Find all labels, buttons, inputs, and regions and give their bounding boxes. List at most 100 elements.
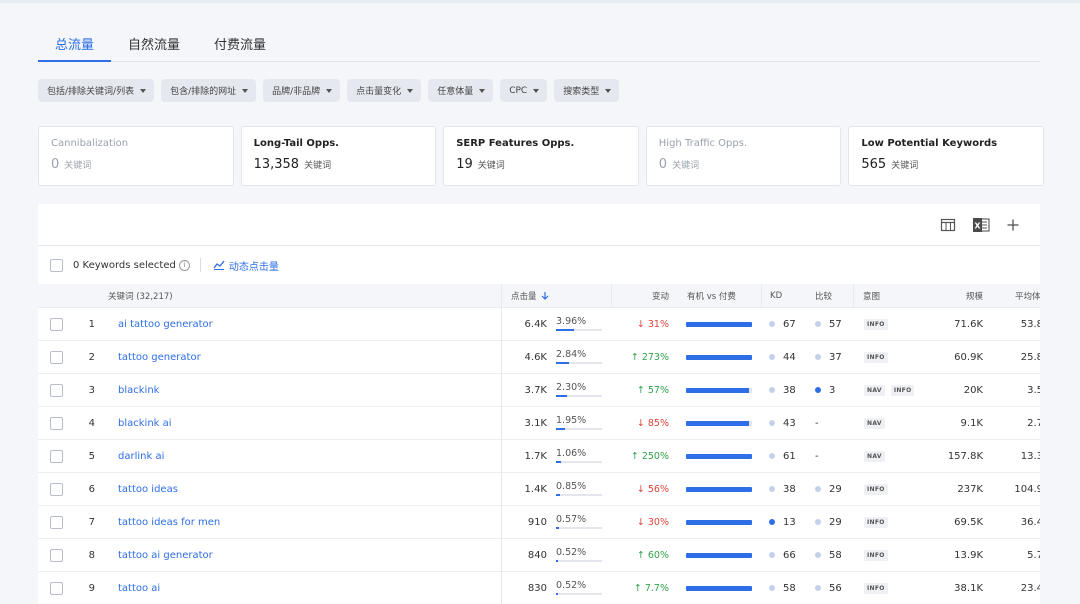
header-intent[interactable]: 意图 (853, 284, 923, 307)
arrow-up-icon: ↑ (630, 351, 639, 363)
header-clicks[interactable]: 点击量 (501, 284, 549, 307)
share-value: 0.85% (556, 480, 587, 492)
kd-cell: 58 (769, 572, 796, 604)
change-value: ↑ 250% (611, 440, 669, 472)
share-cell: 0.57% (556, 506, 606, 538)
keyword-link[interactable]: tattoo ideas (118, 473, 178, 505)
card-unit: 关键词 (891, 161, 919, 171)
competition-dot (815, 354, 821, 360)
intent-badge: INFO (890, 384, 915, 396)
comparison-value: - (815, 417, 819, 429)
row-checkbox[interactable] (50, 482, 63, 496)
header-kd[interactable]: KD (761, 284, 811, 307)
kd-dot (769, 387, 775, 393)
table-row: 3 blackink 3.7K 2.30% ↑ 57% 38 3 NAV INFO 20K 3.5 (38, 374, 1040, 407)
header-average[interactable]: 平均体 (1015, 284, 1040, 307)
excel-export-icon[interactable]: X (972, 217, 990, 233)
competition-dot (815, 585, 821, 591)
row-checkbox[interactable] (50, 383, 63, 397)
keyword-link[interactable]: blackink (118, 374, 159, 406)
volume-value: 38.1K (954, 582, 983, 594)
card-title: High Traffic Opps. (658, 138, 748, 149)
share-bar (556, 395, 602, 397)
header-organic-vs-paid[interactable]: 有机 vs 付费 (687, 284, 736, 307)
clicks-value: 6.4K (501, 308, 549, 340)
change-value: ↑ 57% (611, 374, 669, 406)
keyword-link[interactable]: blackink ai (118, 407, 172, 439)
organic-bar-fill (686, 387, 749, 393)
organic-bar-fill (686, 453, 752, 459)
share-bar-fill (556, 560, 558, 562)
comparison-cell: 3 (815, 374, 835, 406)
filter-cpc[interactable]: CPC (500, 79, 548, 102)
filter-volume[interactable]: 任意体量 (428, 79, 494, 102)
dynamic-clicks-button[interactable]: 动态点击量 (213, 258, 279, 273)
clicks-value: 830 (501, 572, 549, 604)
volume-value: 9.1K (960, 417, 983, 429)
plus-icon[interactable] (1005, 217, 1021, 233)
average-value: 53.8 (1020, 318, 1040, 330)
header-keyword[interactable]: 关键词 (32,217) (108, 284, 173, 307)
kd-value: 44 (783, 351, 796, 363)
share-cell: 0.52% (556, 539, 606, 571)
comparison-cell: - (815, 407, 819, 439)
organic-bar-fill (686, 552, 752, 558)
organic-vs-paid-bar (686, 572, 752, 604)
card-unit: 关键词 (672, 161, 700, 171)
row-checkbox[interactable] (50, 548, 63, 562)
row-number: 8 (88, 549, 95, 561)
filter-include-exclude-urls[interactable]: 包含/排除的网址 (161, 79, 257, 102)
intent-badge: INFO (864, 483, 888, 495)
keyword-link[interactable]: tattoo generator (118, 341, 201, 373)
select-all-checkbox[interactable] (50, 258, 63, 272)
average-value: 2.7 (1027, 417, 1040, 429)
filter-label: 品牌/非品牌 (272, 87, 321, 97)
keyword-link[interactable]: darlink ai (118, 440, 164, 472)
share-value: 2.30% (556, 381, 587, 393)
card-high-traffic-opps[interactable]: High Traffic Opps. 0 关键词 (645, 126, 842, 186)
info-icon[interactable]: i (178, 259, 190, 271)
filter-include-exclude-keywords[interactable]: 包括/排除关键词/列表 (38, 79, 155, 102)
header-volume[interactable]: 规模 (925, 284, 983, 307)
clicks-value: 910 (501, 506, 549, 538)
row-checkbox[interactable] (50, 416, 63, 430)
filter-brand[interactable]: 品牌/非品牌 (263, 79, 341, 102)
row-checkbox[interactable] (50, 515, 63, 529)
card-title: Long-Tail Opps. (253, 138, 339, 149)
row-number: 4 (88, 417, 95, 429)
header-comparison[interactable]: 比较 (815, 284, 832, 307)
filter-clicks-change[interactable]: 点击量变化 (347, 79, 422, 102)
card-low-potential-keywords[interactable]: Low Potential Keywords 565 关键词 (848, 126, 1044, 186)
organic-bar-fill (686, 486, 752, 492)
keyword-link[interactable]: tattoo ai (118, 572, 160, 604)
kd-cell: 38 (769, 374, 796, 406)
table-columns-icon[interactable] (940, 217, 956, 233)
row-number: 7 (88, 516, 95, 528)
card-long-tail-opps[interactable]: Long-Tail Opps. 13,358 关键词 (240, 126, 437, 186)
kd-value: 43 (783, 417, 796, 429)
keyword-link[interactable]: tattoo ideas for men (118, 506, 220, 538)
row-checkbox[interactable] (50, 350, 63, 364)
header-change[interactable]: 变动 (611, 284, 669, 307)
tab-total-traffic[interactable]: 总流量 (38, 26, 112, 62)
tab-paid-traffic[interactable]: 付费流量 (197, 26, 283, 62)
row-number: 1 (88, 318, 95, 330)
card-cannibalization[interactable]: Cannibalization 0 关键词 (38, 126, 234, 186)
card-serp-features-opps[interactable]: SERP Features Opps. 19 关键词 (443, 126, 639, 186)
filter-label: 任意体量 (437, 87, 474, 97)
keyword-link[interactable]: ai tattoo generator (118, 308, 213, 340)
share-bar-fill (556, 395, 567, 397)
arrow-up-icon: ↑ (630, 450, 639, 462)
row-checkbox[interactable] (50, 317, 63, 331)
kd-cell: 13 (769, 506, 796, 538)
keyword-link[interactable]: tattoo ai generator (118, 539, 213, 571)
average-value: 5.7 (1027, 549, 1040, 561)
row-checkbox[interactable] (50, 581, 63, 595)
filter-search-type[interactable]: 搜索类型 (554, 79, 620, 102)
organic-vs-paid-bar (686, 341, 752, 373)
organic-bar-fill (686, 585, 752, 591)
share-bar-fill (556, 329, 574, 331)
tab-organic-traffic[interactable]: 自然流量 (111, 26, 197, 62)
row-checkbox[interactable] (50, 449, 63, 463)
organic-vs-paid-bar (686, 506, 752, 538)
